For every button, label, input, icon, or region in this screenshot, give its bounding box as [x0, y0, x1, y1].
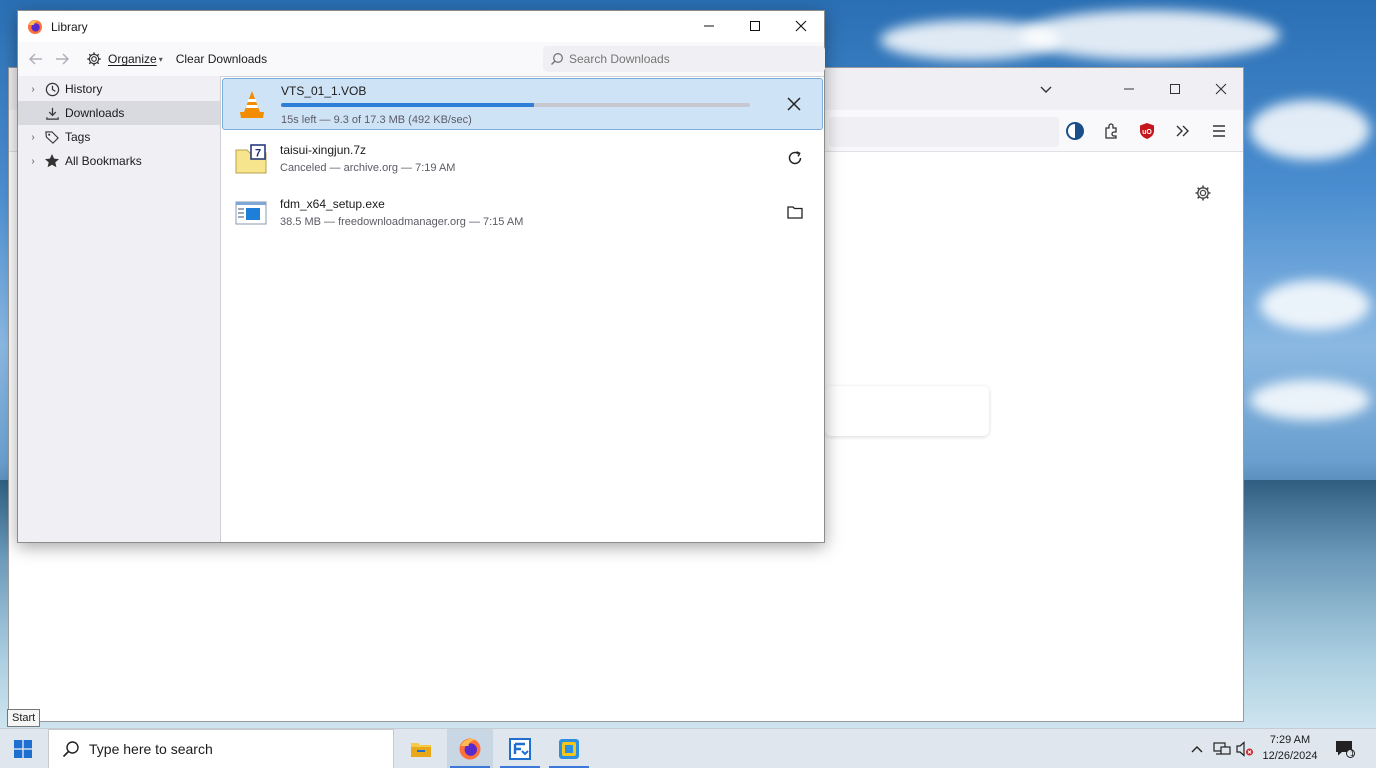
- download-filename: taisui-xingjun.7z: [280, 143, 367, 157]
- taskbar-search-box[interactable]: Type here to search: [48, 729, 394, 768]
- organize-label: Organize: [108, 52, 157, 66]
- settings-gear-icon[interactable]: [1191, 181, 1215, 205]
- window-title: Library: [51, 19, 88, 34]
- star-icon: [43, 152, 61, 170]
- app-menu-icon[interactable]: [1207, 119, 1231, 143]
- download-status: Canceled — archive.org — 7:19 AM: [280, 162, 456, 174]
- search-downloads-field[interactable]: Search Downloads: [543, 46, 825, 72]
- library-window: Library Organize ▾ Clear Downloads Searc…: [17, 10, 825, 543]
- window-app-icon: [559, 739, 579, 759]
- windows-logo-icon: [14, 740, 32, 758]
- library-toolbar: Organize ▾ Clear Downloads Search Downlo…: [18, 42, 825, 76]
- firefox-taskbar-button[interactable]: [447, 729, 493, 768]
- sidebar-item-history[interactable]: › History: [18, 77, 220, 101]
- clock-time: 7:29 AM: [1269, 734, 1311, 746]
- gear-icon: [85, 50, 103, 68]
- download-item-taisui[interactable]: 7 taisui-xingjun.7z Canceled — archive.o…: [222, 133, 823, 185]
- library-titlebar: Library: [18, 11, 824, 42]
- show-hidden-icons-button[interactable]: [1186, 729, 1208, 768]
- network-button[interactable]: [1210, 729, 1234, 768]
- download-icon: [43, 104, 61, 122]
- search-icon: [61, 739, 81, 759]
- dark-reader-icon[interactable]: [1063, 119, 1087, 143]
- organize-button[interactable]: Organize ▾: [85, 50, 163, 68]
- download-status: 15s left — 9.3 of 17.3 MB (492 KB/sec): [281, 114, 472, 126]
- downloads-list: VTS_01_1.VOB 15s left — 9.3 of 17.3 MB (…: [221, 76, 824, 542]
- volume-muted-icon: [1236, 741, 1253, 757]
- download-progress-bar: [281, 103, 750, 107]
- dropdown-arrow-icon: ▾: [158, 54, 163, 64]
- folder-icon: [411, 743, 431, 757]
- download-manager-icon: [509, 738, 531, 760]
- sidebar-item-label: Downloads: [65, 106, 125, 120]
- extensions-icon[interactable]: [1099, 119, 1123, 143]
- sidebar-item-all-bookmarks[interactable]: › All Bookmarks: [18, 149, 220, 173]
- expand-chevron-icon[interactable]: ›: [26, 132, 40, 143]
- network-icon: [1213, 742, 1231, 755]
- maximize-button[interactable]: [1152, 74, 1198, 104]
- file-explorer-button[interactable]: [398, 729, 444, 768]
- taskbar: Type here to search 7:29 AM 12/26/2024 1: [0, 728, 1376, 768]
- search-icon: [549, 51, 565, 67]
- volume-button[interactable]: [1234, 729, 1256, 768]
- overflow-chevrons-icon[interactable]: [1171, 119, 1195, 143]
- svg-text:uO: uO: [1142, 129, 1152, 136]
- start-button[interactable]: [0, 729, 46, 768]
- forward-arrow-icon[interactable]: [53, 50, 71, 68]
- sidebar-item-label: History: [65, 82, 103, 96]
- library-maximize-button[interactable]: [732, 11, 778, 41]
- download-filename: VTS_01_1.VOB: [281, 84, 367, 98]
- fdm-taskbar-button[interactable]: [497, 729, 543, 768]
- url-bar[interactable]: [829, 117, 1059, 147]
- expand-chevron-icon[interactable]: ›: [26, 156, 40, 167]
- system-clock[interactable]: 7:29 AM 12/26/2024: [1258, 732, 1322, 764]
- download-item-fdm[interactable]: fdm_x64_setup.exe 38.5 MB — freedownload…: [222, 187, 823, 239]
- exe-window-icon: [234, 196, 268, 230]
- download-filename: fdm_x64_setup.exe: [280, 197, 385, 211]
- expand-chevron-icon[interactable]: ›: [26, 84, 40, 95]
- content-card: [825, 386, 989, 436]
- firefox-logo-icon: [459, 738, 481, 760]
- clear-downloads-button[interactable]: Clear Downloads: [176, 52, 267, 66]
- clock-date: 12/26/2024: [1262, 750, 1318, 762]
- sidebar-item-label: All Bookmarks: [65, 154, 142, 168]
- app-taskbar-button[interactable]: [546, 729, 592, 768]
- retry-download-icon[interactable]: [781, 144, 809, 172]
- firefox-logo-icon: [27, 19, 43, 35]
- sidebar-item-label: Tags: [65, 130, 91, 144]
- download-status: 38.5 MB — freedownloadmanager.org — 7:15…: [280, 216, 524, 228]
- taskbar-search-placeholder: Type here to search: [89, 741, 213, 757]
- ublock-origin-icon[interactable]: uO: [1135, 119, 1159, 143]
- cancel-download-icon[interactable]: [780, 90, 808, 118]
- library-sidebar: › History Downloads › Tags › All Bookmar…: [18, 76, 221, 542]
- library-close-button[interactable]: [778, 11, 824, 41]
- chevron-up-icon: [1191, 746, 1203, 753]
- svg-text:7: 7: [255, 148, 261, 160]
- 7z-archive-icon: 7: [234, 142, 268, 176]
- clock-icon: [43, 80, 61, 98]
- sidebar-item-downloads[interactable]: Downloads: [18, 101, 220, 125]
- tag-icon: [43, 128, 61, 146]
- tab-list-button[interactable]: [1023, 74, 1069, 104]
- download-item-vts[interactable]: VTS_01_1.VOB 15s left — 9.3 of 17.3 MB (…: [222, 78, 823, 130]
- vlc-cone-icon: [235, 88, 269, 122]
- search-placeholder: Search Downloads: [569, 52, 670, 66]
- notifications-button[interactable]: 1: [1330, 729, 1360, 768]
- back-arrow-icon[interactable]: [27, 50, 45, 68]
- show-in-folder-icon[interactable]: [781, 198, 809, 226]
- library-minimize-button[interactable]: [686, 11, 732, 41]
- start-tooltip: Start: [7, 709, 41, 727]
- notification-count: 1: [1350, 749, 1355, 758]
- minimize-button[interactable]: [1106, 74, 1152, 104]
- close-button[interactable]: [1198, 74, 1244, 104]
- sidebar-item-tags[interactable]: › Tags: [18, 125, 220, 149]
